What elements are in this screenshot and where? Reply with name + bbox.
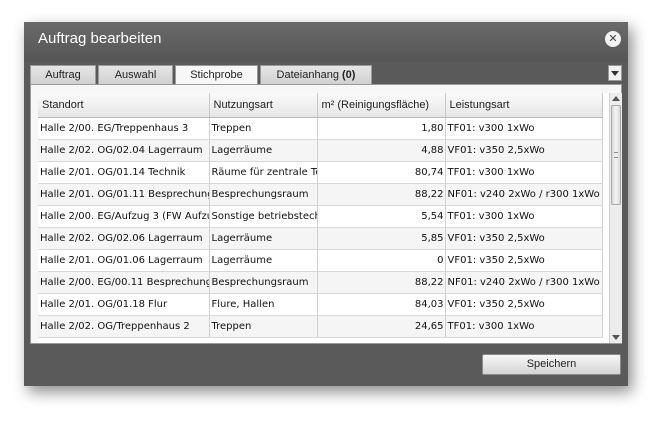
column-header-nutzungsart[interactable]: Nutzungsart [209,93,318,118]
cell-standort: Halle 2/00. EG/Aufzug 3 (FW Aufzu [38,205,210,228]
scroll-up-icon[interactable] [612,96,620,101]
grip-icon [614,152,618,158]
cell-flaeche: 80,74 [317,161,446,184]
cell-leistungsart: TF01: v300 1xWo [445,161,603,184]
cell-nutzungsart: Räume für zentrale Te [209,161,318,184]
tab-label: Auswahl [114,69,157,81]
cell-standort: Halle 2/02. OG/02.04 Lagerraum [38,139,210,162]
table-row[interactable]: Halle 2/00. EG/Aufzug 3 (FW Aufzu Sonstig… [38,205,603,228]
cell-standort: Halle 2/01. OG/01.06 Lagerraum [38,249,210,272]
tab-auswahl[interactable]: Auswahl [98,65,173,85]
cell-nutzungsart: Besprechungsraum [209,271,318,294]
cell-leistungsart: NF01: v240 2xWo / r300 1xWo [445,271,603,294]
cell-flaeche: 5,85 [317,227,446,250]
table-body: Halle 2/00. EG/Treppenhaus 3 Treppen 1,80 T… [38,117,603,338]
cell-nutzungsart: Lagerräume [209,249,318,272]
scroll-down-icon[interactable] [612,335,620,340]
cell-standort: Halle 2/02. OG/02.06 Lagerraum [38,227,210,250]
vertical-scrollbar[interactable] [609,93,622,343]
cell-flaeche: 88,22 [317,271,446,294]
cell-standort: Halle 2/01. OG/01.18 Flur [38,293,210,316]
tab-list-dropdown-icon[interactable] [608,65,622,81]
cell-nutzungsart: Treppen [209,117,318,140]
attachment-count-badge: (0) [342,69,356,81]
table-header-row: Standort Nutzungsart m² (Reinigungsfläch… [38,93,603,118]
cell-leistungsart: VF01: v350 2,5xWo [445,293,603,316]
table-row[interactable]: Halle 2/02. OG/02.04 Lagerraum Lagerräume… [38,139,603,162]
stichprobe-panel: Standort Nutzungsart m² (Reinigungsfläch… [30,84,622,344]
table-row[interactable]: Halle 2/00. EG/Treppenhaus 3 Treppen 1,80 T… [38,117,603,140]
dialog-title: Auftrag bearbeiten [38,30,162,47]
table-row[interactable]: Halle 2/01. OG/01.18 Flur Flure, Hallen 84… [38,293,603,316]
cell-leistungsart: VF01: v350 2,5xWo [445,227,603,250]
tab-stichprobe[interactable]: Stichprobe [175,65,258,86]
cell-nutzungsart: Flure, Hallen [209,293,318,316]
tab-label: Stichprobe [190,69,243,81]
cell-flaeche: 0 [317,249,446,272]
cell-flaeche: 4,88 [317,139,446,162]
cell-nutzungsart: Sonstige betriebstech [209,205,318,228]
close-icon[interactable]: ✕ [605,31,621,47]
table-row[interactable]: Halle 2/02. OG/Treppenhaus 2 Treppen 24,65… [38,315,603,338]
cell-leistungsart: NF01: v240 2xWo / r300 1xWo [445,183,603,206]
cell-standort: Halle 2/01. OG/01.14 Technik [38,161,210,184]
cell-nutzungsart: Besprechungsraum [209,183,318,206]
cell-leistungsart: VF01: v350 2,5xWo [445,249,603,272]
cell-leistungsart: VF01: v350 2,5xWo [445,139,603,162]
table-row[interactable]: Halle 2/01. OG/01.14 Technik Räume für ze… [38,161,603,184]
cell-flaeche: 5,54 [317,205,446,228]
cell-flaeche: 84,03 [317,293,446,316]
table-row[interactable]: Halle 2/00. EG/00.11 Besprechung Besprech… [38,271,603,294]
cell-flaeche: 1,80 [317,117,446,140]
cell-standort: Halle 2/00. EG/Treppenhaus 3 [38,117,210,140]
cell-standort: Halle 2/01. OG/01.11 Besprechung [38,183,210,206]
cell-nutzungsart: Lagerräume [209,227,318,250]
table-row[interactable]: Halle 2/01. OG/01.11 Besprechung Besprech… [38,183,603,206]
cell-leistungsart: TF01: v300 1xWo [445,117,603,140]
column-header-standort[interactable]: Standort [38,93,210,118]
tab-label: Dateianhang [276,69,339,81]
cell-flaeche: 24,65 [317,315,446,338]
table-row[interactable]: Halle 2/02. OG/02.06 Lagerraum Lagerräume… [38,227,603,250]
cell-leistungsart: TF01: v300 1xWo [445,315,603,338]
dialog-titlebar[interactable]: Auftrag bearbeiten ✕ [24,22,628,62]
cell-leistungsart: TF01: v300 1xWo [445,205,603,228]
tab-dateianhang[interactable]: Dateianhang (0) [260,65,372,85]
cell-standort: Halle 2/00. EG/00.11 Besprechung [38,271,210,294]
save-button[interactable]: Speichern [482,354,621,375]
tab-label: Auftrag [45,69,81,81]
column-header-leistungsart[interactable]: Leistungsart [445,93,603,118]
cell-nutzungsart: Treppen [209,315,318,338]
cell-nutzungsart: Lagerräume [209,139,318,162]
cell-standort: Halle 2/02. OG/Treppenhaus 2 [38,315,210,338]
tab-auftrag[interactable]: Auftrag [30,65,96,85]
table-row[interactable]: Halle 2/01. OG/01.06 Lagerraum Lagerräume… [38,249,603,272]
column-header-flaeche[interactable]: m² (Reinigungsfläche) [317,93,446,118]
sample-table: Standort Nutzungsart m² (Reinigungsfläch… [38,93,603,338]
cell-flaeche: 88,22 [317,183,446,206]
sample-grid: Standort Nutzungsart m² (Reinigungsfläch… [38,93,616,343]
edit-order-dialog: Auftrag bearbeiten ✕ Auftrag Auswahl Sti… [24,22,628,386]
scroll-thumb[interactable] [611,105,621,205]
